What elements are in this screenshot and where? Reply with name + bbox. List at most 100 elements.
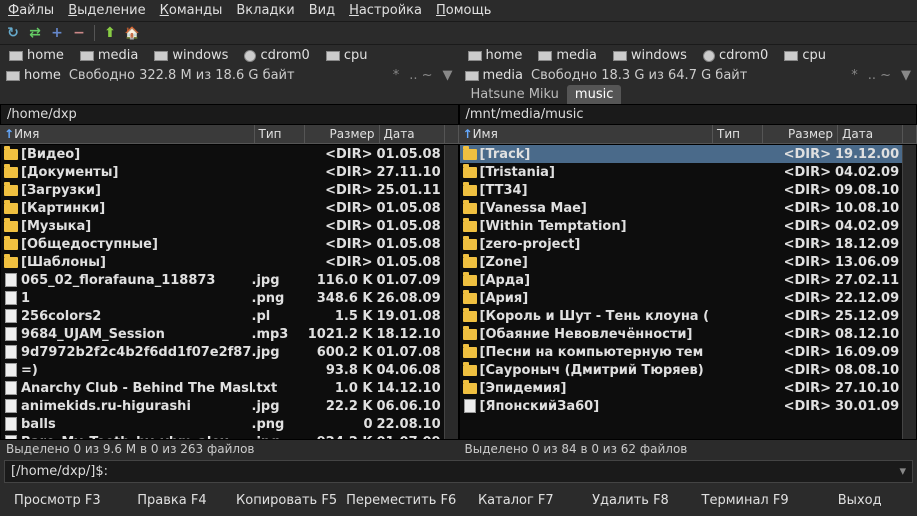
file-row[interactable]: 9684_UJAM_Session.mp31021.2 K18.12.10 bbox=[1, 325, 444, 343]
file-row[interactable]: 1.png348.6 K26.08.09 bbox=[1, 289, 444, 307]
right-path[interactable]: /mnt/media/music bbox=[459, 104, 917, 125]
file-icon bbox=[3, 291, 19, 305]
fkey-button[interactable]: Каталог F7 bbox=[459, 489, 574, 512]
file-row[interactable]: animekids.ru-higurashi.jpg22.2 K06.06.10 bbox=[1, 397, 444, 415]
cmd-input[interactable] bbox=[112, 464, 899, 479]
file-icon bbox=[462, 399, 478, 413]
file-row[interactable]: [Эпидемия]<DIR>27.10.10 bbox=[460, 379, 903, 397]
right-drive-label: media bbox=[483, 68, 524, 83]
fkey-button[interactable]: Просмотр F3 bbox=[0, 489, 115, 512]
file-row[interactable]: 256colors2.pl1.5 K19.01.08 bbox=[1, 307, 444, 325]
tab-hatsune-miku[interactable]: Hatsune Miku bbox=[463, 85, 567, 104]
file-row[interactable]: [Zone]<DIR>13.06.09 bbox=[460, 253, 903, 271]
file-row[interactable]: [Видео]<DIR>01.05.08 bbox=[1, 145, 444, 163]
drive-button-home[interactable]: home bbox=[465, 47, 526, 64]
file-name: balls bbox=[21, 417, 252, 432]
left-col-date[interactable]: Дата bbox=[380, 125, 445, 143]
left-col-size[interactable]: Размер bbox=[305, 125, 380, 143]
drive-button-media[interactable]: media bbox=[77, 47, 142, 64]
file-row[interactable]: [Track]<DIR>19.12.00 bbox=[460, 145, 903, 163]
command-line[interactable]: [/home/dxp/]$: ▾ bbox=[4, 460, 913, 483]
right-col-date[interactable]: Дата bbox=[838, 125, 903, 143]
file-date: 04.02.09 bbox=[835, 219, 900, 234]
menu-help[interactable]: Помощь bbox=[436, 3, 491, 18]
file-row[interactable]: Anarchy Club - Behind The Mask.txt1.0 K1… bbox=[1, 379, 444, 397]
file-row[interactable]: [Песни на компьютерную тем<DIR>16.09.09 bbox=[460, 343, 903, 361]
file-date: 26.08.09 bbox=[377, 291, 442, 306]
menu-files[interactable]: Файлы bbox=[8, 3, 54, 18]
fkey-button[interactable]: Терминал F9 bbox=[688, 489, 803, 512]
fkey-button[interactable]: Удалить F8 bbox=[573, 489, 688, 512]
file-name: [Within Temptation] bbox=[480, 219, 711, 234]
file-row[interactable]: 9d7972b2f2c4b2f6dd1f07e2f87.jpg600.2 K01… bbox=[1, 343, 444, 361]
menu-selection[interactable]: Выделение bbox=[68, 3, 145, 18]
minus-button[interactable]: − bbox=[70, 24, 88, 42]
right-dropdown[interactable]: ▼ bbox=[901, 68, 911, 83]
tab-music[interactable]: music bbox=[567, 85, 621, 104]
file-row[interactable]: Bare_My_Teeth_by_vhm_alex.jpg924.2 K01.0… bbox=[1, 433, 444, 439]
menu-view[interactable]: Вид bbox=[309, 3, 335, 18]
file-size: <DIR> bbox=[760, 399, 835, 414]
folder-icon bbox=[462, 219, 478, 233]
file-row[interactable]: 065_02_florafauna_118873.jpg116.0 K01.07… bbox=[1, 271, 444, 289]
cmd-history-dropdown[interactable]: ▾ bbox=[899, 464, 906, 479]
right-col-size[interactable]: Размер bbox=[763, 125, 838, 143]
fkey-button[interactable]: Правка F4 bbox=[115, 489, 230, 512]
drive-button-cpu[interactable]: cpu bbox=[781, 47, 829, 64]
file-row[interactable]: [Ария]<DIR>22.12.09 bbox=[460, 289, 903, 307]
file-row[interactable]: [Сауроныч (Дмитрий Тюряев)<DIR>08.08.10 bbox=[460, 361, 903, 379]
file-row[interactable]: [Шаблоны]<DIR>01.05.08 bbox=[1, 253, 444, 271]
file-row[interactable]: balls.png022.08.10 bbox=[1, 415, 444, 433]
file-row[interactable]: [Арда]<DIR>27.02.11 bbox=[460, 271, 903, 289]
right-col-ext[interactable]: Тип bbox=[713, 125, 763, 143]
left-scrollbar[interactable] bbox=[444, 145, 458, 439]
fkey-button[interactable]: Переместить F6 bbox=[344, 489, 459, 512]
right-scrollbar[interactable] bbox=[902, 145, 916, 439]
drive-button-cdrom0[interactable]: cdrom0 bbox=[241, 47, 312, 64]
file-row[interactable]: [Картинки]<DIR>01.05.08 bbox=[1, 199, 444, 217]
swap-button[interactable]: ⇄ bbox=[26, 24, 44, 42]
left-col-name[interactable]: Имя bbox=[14, 127, 39, 141]
fkey-button[interactable]: Копировать F5 bbox=[229, 489, 344, 512]
plus-button[interactable]: + bbox=[48, 24, 66, 42]
right-col-name[interactable]: Имя bbox=[473, 127, 498, 141]
drive-button-cdrom0[interactable]: cdrom0 bbox=[700, 47, 771, 64]
left-path[interactable]: /home/dxp bbox=[0, 104, 459, 125]
right-filter[interactable]: * bbox=[851, 68, 858, 83]
cd-icon bbox=[244, 50, 256, 62]
file-row[interactable]: [Within Temptation]<DIR>04.02.09 bbox=[460, 217, 903, 235]
menu-settings[interactable]: Настройка bbox=[349, 3, 422, 18]
file-row[interactable]: [Обаяние Невовлечённости]<DIR>08.12.10 bbox=[460, 325, 903, 343]
drive-button-cpu[interactable]: cpu bbox=[323, 47, 371, 64]
file-row[interactable]: [Vanessa Mae]<DIR>10.08.10 bbox=[460, 199, 903, 217]
menu-tabs[interactable]: Вкладки bbox=[236, 3, 294, 18]
folder-icon bbox=[3, 165, 19, 179]
file-row[interactable]: [Общедоступные]<DIR>01.05.08 bbox=[1, 235, 444, 253]
file-row[interactable]: [Tristania]<DIR>04.02.09 bbox=[460, 163, 903, 181]
file-row[interactable]: [ЯпонскийЗа60]<DIR>30.01.09 bbox=[460, 397, 903, 415]
left-dropdown[interactable]: ▼ bbox=[443, 68, 453, 83]
refresh-button[interactable]: ↻ bbox=[4, 24, 22, 42]
left-filter[interactable]: * bbox=[393, 68, 400, 83]
home-button[interactable]: 🏠 bbox=[123, 24, 141, 42]
file-row[interactable]: [Король и Шут - Тень клоуна (<DIR>25.12.… bbox=[460, 307, 903, 325]
left-col-ext[interactable]: Тип bbox=[255, 125, 305, 143]
drive-icon bbox=[154, 51, 168, 61]
drive-button-windows[interactable]: windows bbox=[151, 47, 231, 64]
right-updir[interactable]: .. ~ bbox=[868, 68, 891, 83]
file-row[interactable]: [Документы]<DIR>27.11.10 bbox=[1, 163, 444, 181]
folder-icon bbox=[3, 183, 19, 197]
menu-commands[interactable]: Команды bbox=[160, 3, 223, 18]
up-button[interactable]: ⬆ bbox=[101, 24, 119, 42]
folder-icon bbox=[462, 291, 478, 305]
drive-button-home[interactable]: home bbox=[6, 47, 67, 64]
file-row[interactable]: [TT34]<DIR>09.08.10 bbox=[460, 181, 903, 199]
file-row[interactable]: [zero-project]<DIR>18.12.09 bbox=[460, 235, 903, 253]
drive-button-media[interactable]: media bbox=[535, 47, 600, 64]
drive-button-windows[interactable]: windows bbox=[610, 47, 690, 64]
file-row[interactable]: =)93.8 K04.06.08 bbox=[1, 361, 444, 379]
fkey-button[interactable]: Выход bbox=[802, 489, 917, 512]
file-row[interactable]: [Музыка]<DIR>01.05.08 bbox=[1, 217, 444, 235]
file-row[interactable]: [Загрузки]<DIR>25.01.11 bbox=[1, 181, 444, 199]
left-updir[interactable]: .. ~ bbox=[409, 68, 432, 83]
